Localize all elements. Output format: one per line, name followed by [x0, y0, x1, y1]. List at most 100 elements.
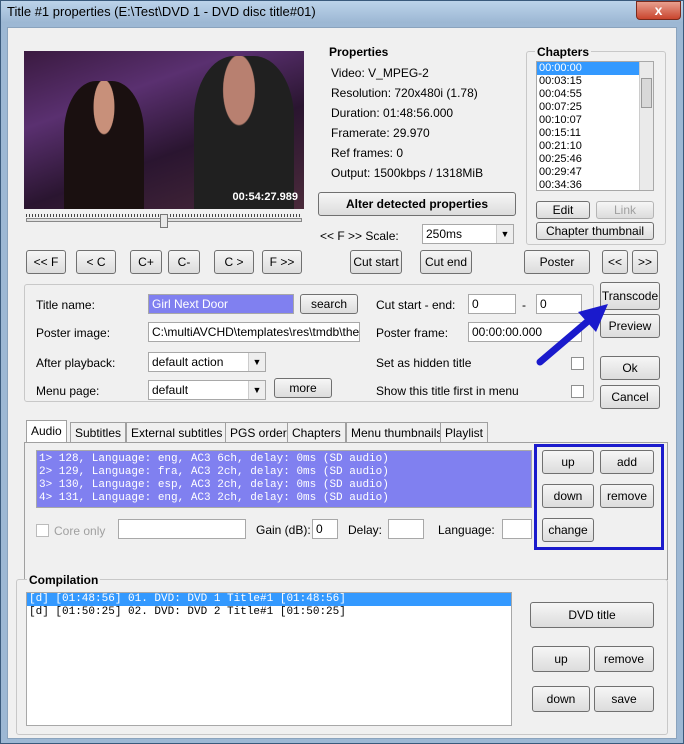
chapter-item-selected[interactable]: 00:00:00 [537, 62, 653, 75]
show-first-label: Show this title first in menu [376, 384, 519, 398]
chapter-item[interactable]: 00:34:36 [537, 179, 653, 190]
audio-track[interactable]: 3> 130, Language: esp, AC3 2ch, delay: 0… [37, 479, 531, 492]
chapter-item[interactable]: 00:07:25 [537, 101, 653, 114]
audio-text-field[interactable] [118, 519, 246, 539]
properties-header: Properties [327, 45, 391, 59]
audio-change-button[interactable]: change [542, 518, 594, 542]
prop-duration: Duration: 01:48:56.000 [331, 106, 454, 120]
cut-start-field[interactable]: 0 [468, 294, 516, 314]
tab-audio[interactable]: Audio [26, 420, 67, 442]
chapter-item[interactable]: 00:15:11 [537, 127, 653, 140]
delay-label: Delay: [348, 523, 383, 537]
next-chapter-button[interactable]: C > [214, 250, 254, 274]
prev-chapter-button[interactable]: < C [76, 250, 116, 274]
menu-page-value: default [152, 383, 189, 397]
delay-field[interactable] [388, 519, 424, 539]
chapter-item[interactable]: 00:10:07 [537, 114, 653, 127]
tab-chapters[interactable]: Chapters [287, 422, 346, 442]
language-label: Language: [438, 523, 495, 537]
poster-image-field[interactable]: C:\multiAVCHD\templates\res\tmdb\the-gir… [148, 322, 360, 342]
audio-track[interactable]: 4> 131, Language: eng, AC3 2ch, delay: 0… [37, 492, 531, 505]
prop-framerate: Framerate: 29.970 [331, 126, 430, 140]
title-bar[interactable]: Title #1 properties (E:\Test\DVD 1 - DVD… [1, 1, 683, 23]
alter-properties-button[interactable]: Alter detected properties [318, 192, 516, 216]
core-only-label: Core only [54, 524, 106, 538]
scale-select[interactable]: 250ms ▼ [422, 224, 514, 244]
tab-external-subtitles[interactable]: External subtitles [126, 422, 228, 442]
core-only-checkbox[interactable] [36, 524, 49, 537]
chapter-item[interactable]: 00:03:15 [537, 75, 653, 88]
chapter-link-button[interactable]: Link [596, 201, 654, 219]
chapter-edit-button[interactable]: Edit [536, 201, 590, 219]
dialog-client: 00:54:27.989 Properties Video: V_MPEG-2 … [7, 27, 677, 739]
poster-button[interactable]: Poster [524, 250, 590, 274]
chapter-thumbnail-button[interactable]: Chapter thumbnail [536, 222, 654, 240]
prop-refframes: Ref frames: 0 [331, 146, 404, 160]
prop-output: Output: 1500kbps / 1318MiB [331, 166, 484, 180]
tab-pgs-order[interactable]: PGS order [225, 422, 292, 442]
compilation-item[interactable]: [d] [01:50:25] 02. DVD: DVD 2 Title#1 [0… [27, 606, 511, 619]
add-chapter-button[interactable]: C+ [130, 250, 162, 274]
tab-subtitles[interactable]: Subtitles [70, 422, 127, 442]
menu-page-select[interactable]: default ▼ [148, 380, 266, 400]
chapter-item[interactable]: 00:25:46 [537, 153, 653, 166]
close-button[interactable]: x [636, 1, 681, 20]
compilation-save-button[interactable]: save [594, 686, 654, 712]
after-playback-select[interactable]: default action ▼ [148, 352, 266, 372]
dvd-title-button[interactable]: DVD title [530, 602, 654, 628]
show-first-checkbox[interactable] [571, 385, 584, 398]
poster-image-label: Poster image: [36, 326, 111, 340]
chapters-list[interactable]: 00:00:00 00:03:15 00:04:55 00:07:25 00:1… [536, 61, 654, 191]
properties-window: Title #1 properties (E:\Test\DVD 1 - DVD… [0, 0, 684, 744]
remove-chapter-button[interactable]: C- [168, 250, 200, 274]
gain-field[interactable]: 0 [312, 519, 338, 539]
seek-slider[interactable] [26, 214, 302, 228]
compilation-down-button[interactable]: down [532, 686, 590, 712]
tab-strip: Audio Subtitles External subtitles PGS o… [26, 420, 489, 442]
audio-track[interactable]: 2> 129, Language: fra, AC3 2ch, delay: 0… [37, 466, 531, 479]
audio-track[interactable]: 1> 128, Language: eng, AC3 6ch, delay: 0… [37, 453, 531, 466]
next-frame-button[interactable]: F >> [262, 250, 302, 274]
next-title-button[interactable]: >> [632, 250, 658, 274]
hidden-title-label: Set as hidden title [376, 356, 472, 370]
audio-add-button[interactable]: add [600, 450, 654, 474]
compilation-list[interactable]: [d] [01:48:56] 01. DVD: DVD 1 Title#1 [0… [26, 592, 512, 726]
chevron-down-icon: ▼ [248, 381, 265, 399]
properties-group: Properties Video: V_MPEG-2 Resolution: 7… [316, 45, 520, 183]
more-button[interactable]: more [274, 378, 332, 398]
chapter-item[interactable]: 00:29:47 [537, 166, 653, 179]
cut-end-button[interactable]: Cut end [420, 250, 472, 274]
cut-label: Cut start - end: [376, 298, 456, 312]
chevron-down-icon: ▼ [248, 353, 265, 371]
scroll-thumb[interactable] [641, 78, 652, 108]
prev-title-button[interactable]: << [602, 250, 628, 274]
cut-start-button[interactable]: Cut start [350, 250, 402, 274]
video-figure-right [194, 56, 294, 209]
chapter-item[interactable]: 00:04:55 [537, 88, 653, 101]
chapters-scrollbar[interactable] [639, 62, 653, 190]
audio-tracks-list[interactable]: 1> 128, Language: eng, AC3 6ch, delay: 0… [36, 450, 532, 508]
chapters-header: Chapters [535, 45, 592, 59]
annotation-arrow-icon [536, 304, 608, 366]
language-field[interactable] [502, 519, 532, 539]
cut-dash: - [522, 298, 526, 312]
title-name-field[interactable]: Girl Next Door [148, 294, 294, 314]
scale-value: 250ms [426, 227, 463, 241]
video-timestamp: 00:54:27.989 [232, 191, 298, 203]
video-preview: 00:54:27.989 [24, 51, 304, 209]
search-button[interactable]: search [300, 294, 358, 314]
audio-up-button[interactable]: up [542, 450, 594, 474]
compilation-remove-button[interactable]: remove [594, 646, 654, 672]
cancel-button[interactable]: Cancel [600, 385, 660, 409]
tab-menu-thumbnails[interactable]: Menu thumbnails [346, 422, 448, 442]
audio-remove-button[interactable]: remove [600, 484, 654, 508]
tab-playlist[interactable]: Playlist [440, 422, 489, 442]
audio-down-button[interactable]: down [542, 484, 594, 508]
prop-resolution: Resolution: 720x480i (1.78) [331, 86, 478, 100]
seek-thumb[interactable] [160, 214, 168, 228]
prev-frame-button[interactable]: << F [26, 250, 66, 274]
compilation-up-button[interactable]: up [532, 646, 590, 672]
compilation-item-selected[interactable]: [d] [01:48:56] 01. DVD: DVD 1 Title#1 [0… [27, 593, 511, 606]
chapter-item[interactable]: 00:21:10 [537, 140, 653, 153]
after-playback-label: After playback: [36, 356, 116, 370]
